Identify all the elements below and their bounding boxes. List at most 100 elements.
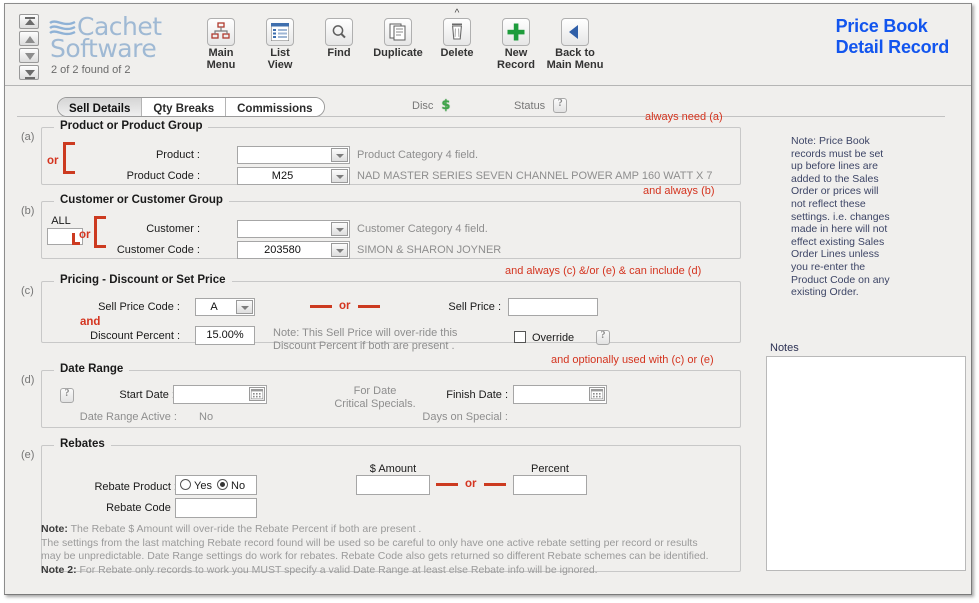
rebate-product-yes-label: Yes [194,480,212,492]
product-code-chevron-down-icon[interactable] [331,169,348,183]
product-code-label: Product Code : [126,170,200,182]
days-on-special-label: Days on Special : [422,411,508,423]
product-code-value: M25 [271,170,294,182]
section-letter-e: (e) [21,449,35,461]
tab-qty-breaks[interactable]: Qty Breaks [142,98,227,116]
rebate-code-label: Rebate Code : [106,502,177,514]
customer-or-bracket [94,216,106,248]
application-window: Cachet Software 2 of 2 found of 2 Main M… [4,3,972,595]
rebate-product-no-label: No [231,480,246,492]
cachet-software-logo: Cachet Software 2 of 2 found of 2 [49,14,194,76]
status-help-icon[interactable] [553,98,568,113]
section-letter-c: (c) [21,285,34,297]
next-record-button[interactable] [19,48,39,63]
magnifier-icon [325,18,353,46]
product-label: Product : [155,149,200,161]
finish-date-label: Finish Date : [446,389,508,401]
customer-description: Customer Category 4 field. [357,223,488,235]
sell-price-input[interactable] [508,298,598,316]
disc-field: Disc $ [412,98,450,113]
rebate-note2-text: For Rebate only records to work you MUST… [76,563,598,576]
customer-code-value: 203580 [264,244,301,256]
product-or-label: or [47,155,59,167]
tab-sell-details[interactable]: Sell Details [58,98,143,116]
discount-percent-input[interactable]: 15.00% [195,326,255,345]
rebate-product-yes-radio[interactable] [180,479,191,490]
rebate-note-line2: The settings from the last matching Reba… [41,536,698,549]
product-dropdown[interactable] [237,146,350,164]
rebate-percent-input[interactable] [513,475,587,495]
section-letter-b: (b) [21,205,35,217]
top-toolbar: Cachet Software 2 of 2 found of 2 Main M… [5,4,971,86]
duplicate-icon [384,18,412,46]
page-title: Price Book Detail Record [835,16,950,58]
page-title-line2: Detail Record [835,37,950,57]
finish-date-calendar-icon[interactable] [589,387,605,401]
rebate-or-label: or [465,478,477,490]
panel-pricing-title: Pricing - Discount or Set Price [54,274,232,286]
rebate-product-no-radio[interactable] [217,479,228,490]
back-to-main-label-line1: Back to [555,47,595,59]
customer-code-label: Customer Code : [116,244,200,256]
pricing-or-label: or [339,300,351,312]
list-icon [266,18,294,46]
product-code-dropdown[interactable]: M25 [237,167,350,185]
trash-icon [443,18,471,46]
date-critical-note-line1: For Date [353,385,397,397]
discount-percent-label: Discount Percent : [90,330,180,342]
date-range-active-value: No [199,411,214,423]
sell-price-code-label: Sell Price Code : [98,301,180,313]
override-help-icon[interactable] [596,330,610,345]
or-dash-right [357,304,380,308]
sell-price-note-line1: Note: This Sell Price will over-ride thi… [273,327,458,339]
disc-label: Disc [412,99,434,112]
tab-group: Sell Details Qty Breaks Commissions [57,97,325,117]
sell-price-code-dropdown[interactable]: A [195,298,255,316]
record-navigation-stack [19,14,41,82]
panel-product-hint: always need (a) [645,111,723,123]
sidebar-note-text: Note: Price Book records must be set up … [791,135,890,299]
rebate-amount-input[interactable] [356,475,430,495]
customer-code-chevron-down-icon[interactable] [331,243,348,257]
start-date-calendar-icon[interactable] [249,387,265,401]
page-title-line1: Price Book [835,16,928,36]
previous-record-button[interactable] [19,31,39,46]
sell-price-code-chevron-down-icon[interactable] [236,300,253,314]
customer-code-description: SIMON & SHARON JOYNER [357,244,502,256]
rebate-percent-label: Percent [531,463,569,475]
product-dropdown-chevron-down-icon[interactable] [331,148,348,162]
customer-all-label: ALL [51,215,71,227]
pricing-or-divider: or [310,300,380,312]
rebate-note-line4: Note 2: For Rebate only records to work … [41,564,741,578]
record-count-text: 2 of 2 found of 2 [51,64,131,76]
date-range-help-icon[interactable] [60,388,74,403]
back-to-main-label-line2: Main Menu [546,58,604,71]
status-field: Status [514,98,568,113]
rebate-code-input[interactable] [175,498,257,518]
date-range-active-label: Date Range Active : [79,411,177,423]
rebate-amount-label: $ Amount [369,463,417,475]
customer-dropdown-chevron-down-icon[interactable] [331,222,348,236]
rebate-notes-block: Note: The Rebate $ Amount will over-ride… [41,523,741,577]
org-chart-icon [207,18,235,46]
panel-pricing-hint: and always (c) &/or (e) & can include (d… [505,265,702,277]
tab-commissions[interactable]: Commissions [226,98,324,116]
date-critical-note-line2: Critical Specials. [334,398,416,410]
rebate-or-dash-right [483,482,506,486]
section-letter-d: (d) [21,374,35,386]
back-to-main-menu-button[interactable]: Back to Main Menu [539,18,611,71]
last-record-button[interactable] [19,65,39,80]
first-record-button[interactable] [19,14,39,29]
wave-logo-icon [49,20,76,36]
customer-dropdown[interactable] [237,220,350,238]
customer-code-dropdown[interactable]: 203580 [237,241,350,259]
notes-label: Notes [770,342,799,354]
sell-price-code-value: A [210,301,218,313]
product-dropdown-value [238,147,327,163]
notes-textarea[interactable] [766,356,966,571]
list-view-label-line2: View [267,58,293,71]
dollar-sign-icon: $ [441,98,451,113]
status-label: Status [514,99,546,112]
override-checkbox[interactable] [514,331,526,343]
customer-all-bracket [72,233,80,245]
